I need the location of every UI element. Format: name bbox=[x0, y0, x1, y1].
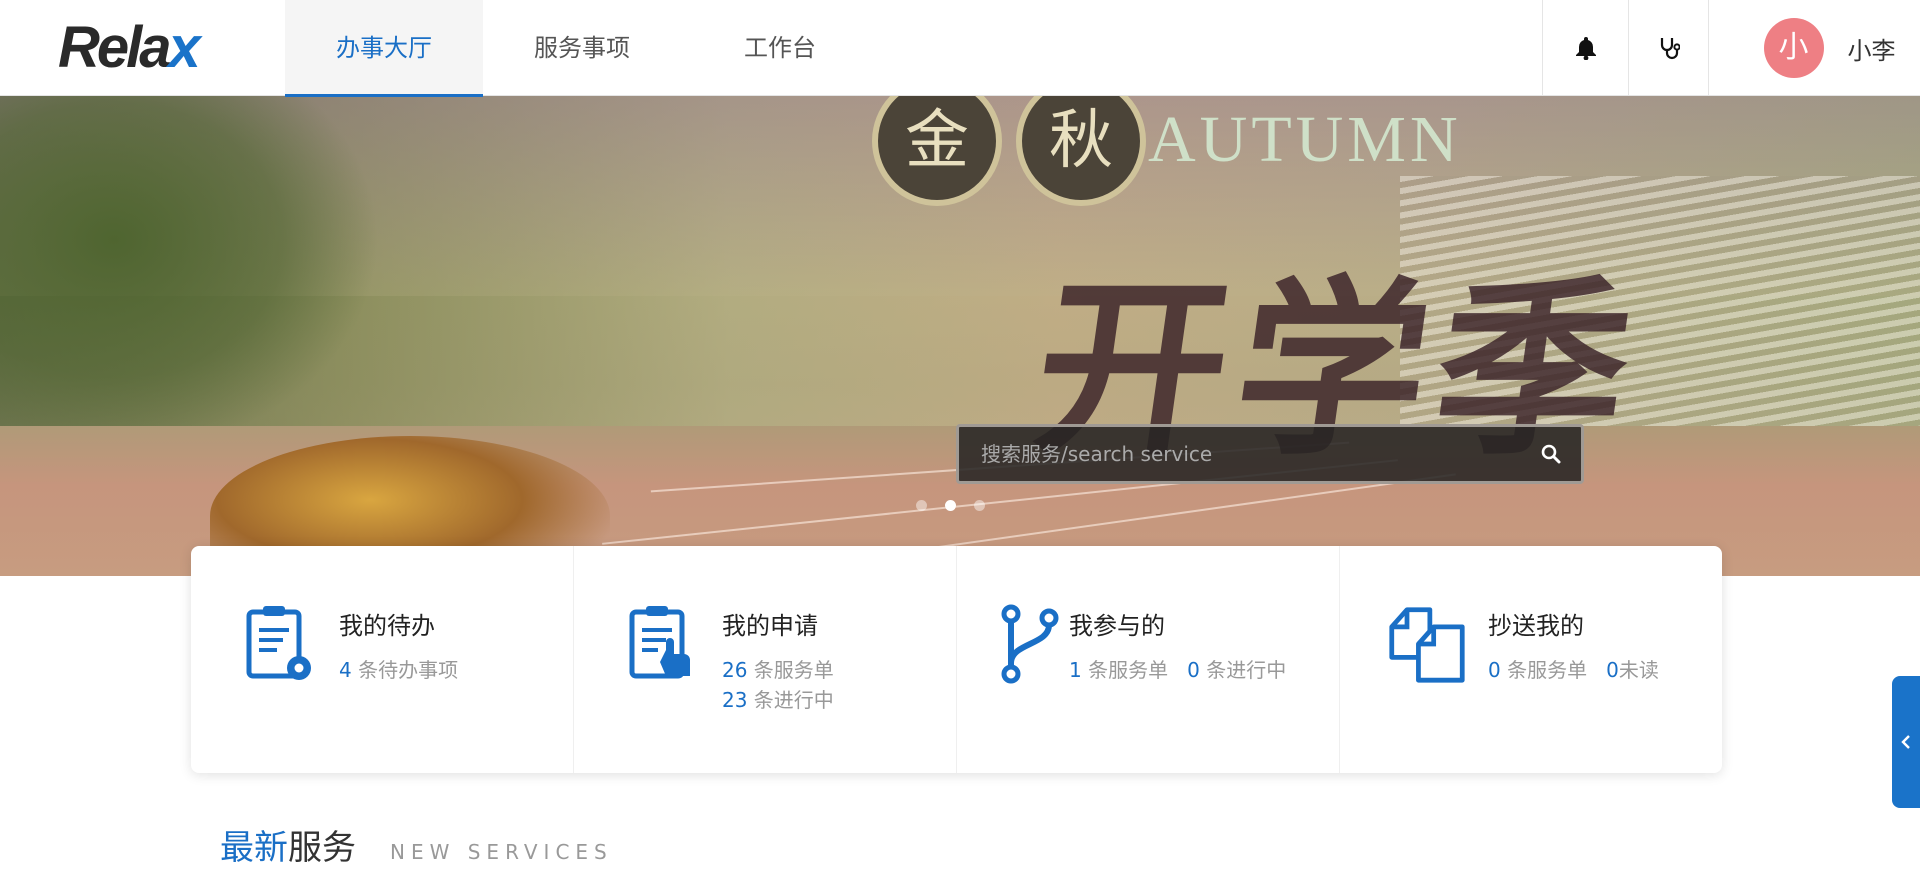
card-participated[interactable]: 我参与的 1 条服务单 0 条进行中 bbox=[957, 546, 1340, 773]
stethoscope-icon bbox=[1660, 38, 1680, 60]
card-stat: 0 条服务单 0未读 bbox=[1488, 658, 1659, 682]
logo-text: Rela bbox=[58, 15, 172, 80]
summary-cards: 我的待办 4 条待办事项 我的申请 26 条服务单 23 条进行中 我参与的 1… bbox=[191, 546, 1722, 773]
carousel-dot-3[interactable] bbox=[974, 500, 985, 511]
tab-service-items[interactable]: 服务事项 bbox=[483, 0, 681, 96]
chevron-left-icon bbox=[1901, 735, 1910, 749]
card-stat: 1 条服务单 0 条进行中 bbox=[1069, 658, 1287, 682]
section-header-new-services: 最新 服务 NEW SERVICES bbox=[220, 820, 613, 869]
card-cc-me[interactable]: 抄送我的 0 条服务单 0未读 bbox=[1340, 546, 1722, 773]
header-actions: 小 小李 bbox=[1542, 0, 1920, 96]
search-bar bbox=[956, 424, 1584, 484]
card-title: 抄送我的 bbox=[1488, 612, 1584, 640]
search-icon bbox=[1541, 444, 1561, 464]
carousel-dot-1[interactable] bbox=[916, 500, 927, 511]
logo-x: x bbox=[168, 15, 201, 80]
avatar[interactable]: 小 bbox=[1763, 18, 1824, 78]
apply-hand-icon bbox=[629, 606, 690, 679]
logo[interactable]: Relax bbox=[58, 14, 201, 81]
card-stat: 23 条进行中 bbox=[722, 688, 834, 712]
user-name[interactable]: 小李 bbox=[1848, 31, 1896, 66]
banner-autumn-text: AUTUMN bbox=[1148, 103, 1462, 176]
copy-docs-icon bbox=[1389, 607, 1465, 683]
hero-banner[interactable]: 金 秋 AUTUMN 开学季 bbox=[0, 96, 1920, 576]
card-title: 我的申请 bbox=[722, 612, 818, 640]
health-button[interactable] bbox=[1628, 0, 1708, 96]
card-title: 我的待办 bbox=[339, 612, 435, 640]
bell-icon bbox=[1575, 37, 1596, 60]
card-stat: 26 条服务单 bbox=[722, 658, 834, 682]
card-stat: 4 条待办事项 bbox=[339, 658, 459, 682]
search-button[interactable] bbox=[1521, 427, 1581, 481]
user-menu[interactable]: 小 小李 bbox=[1708, 0, 1920, 96]
card-my-todo[interactable]: 我的待办 4 条待办事项 bbox=[191, 546, 574, 773]
section-subtitle: NEW SERVICES bbox=[390, 840, 613, 864]
carousel-dot-2[interactable] bbox=[945, 500, 956, 511]
side-panel-toggle[interactable] bbox=[1892, 676, 1920, 808]
card-title: 我参与的 bbox=[1069, 612, 1165, 640]
tab-service-hall[interactable]: 办事大厅 bbox=[285, 0, 483, 97]
card-my-applications[interactable]: 我的申请 26 条服务单 23 条进行中 bbox=[574, 546, 957, 773]
banner-trees bbox=[0, 96, 380, 456]
main-nav: 办事大厅 服务事项 工作台 bbox=[285, 0, 879, 97]
section-title-accent: 最新 bbox=[220, 828, 288, 868]
notifications-button[interactable] bbox=[1542, 0, 1628, 96]
top-header: Relax 办事大厅 服务事项 工作台 小 小李 bbox=[0, 0, 1920, 97]
section-title: 服务 bbox=[288, 828, 356, 868]
branch-icon bbox=[1001, 604, 1059, 684]
todo-gear-icon bbox=[246, 606, 311, 680]
tab-workbench[interactable]: 工作台 bbox=[681, 0, 879, 96]
carousel-indicators bbox=[916, 500, 985, 511]
search-input[interactable] bbox=[959, 427, 1521, 481]
